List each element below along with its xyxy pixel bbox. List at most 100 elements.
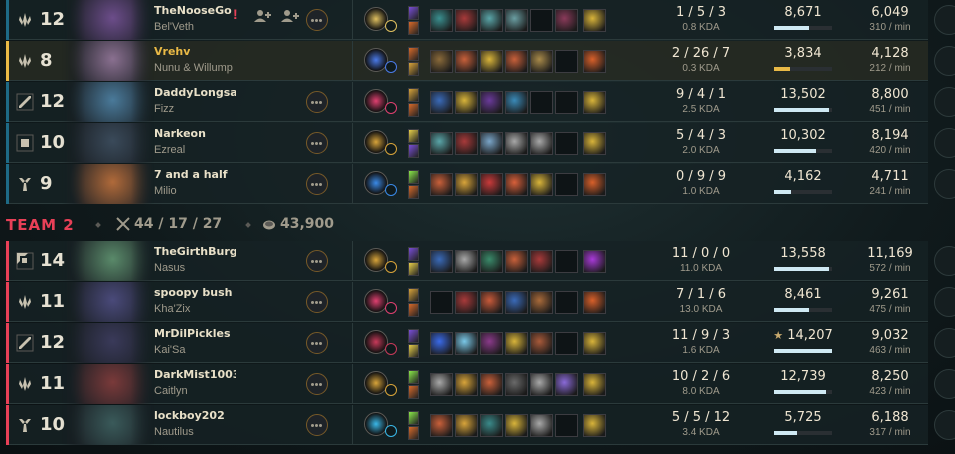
report-button[interactable] [934, 246, 955, 276]
report-button[interactable] [934, 410, 955, 440]
summoner-spell-icon[interactable] [408, 385, 419, 399]
summoner-spell-icon[interactable] [408, 185, 419, 199]
summoner-spell-icon[interactable] [408, 344, 419, 358]
item-icon[interactable] [480, 50, 503, 73]
trinket-icon[interactable] [583, 250, 606, 273]
player-row[interactable]: 10 Narkeon Ezreal 5 / 4 / 3 2.0 KDA 10,302 8,1… [6, 123, 955, 163]
trinket-icon[interactable] [583, 414, 606, 437]
report-button[interactable] [934, 369, 955, 399]
secondary-rune-icon[interactable] [385, 302, 397, 314]
more-options-button[interactable] [306, 9, 328, 31]
more-options-button[interactable] [306, 91, 328, 113]
summoner-spell-icon[interactable] [408, 21, 419, 35]
trinket-icon[interactable] [583, 91, 606, 114]
champion-portrait[interactable] [62, 241, 154, 281]
item-icon[interactable] [530, 50, 553, 73]
summoner-spell-icon[interactable] [408, 47, 419, 61]
summoner-spell-icon[interactable] [408, 103, 419, 117]
more-options-button[interactable] [306, 332, 328, 354]
more-options-button[interactable] [306, 132, 328, 154]
item-icon[interactable] [455, 332, 478, 355]
trinket-icon[interactable] [583, 9, 606, 32]
secondary-rune-icon[interactable] [385, 20, 397, 32]
summoner-spell-icon[interactable] [408, 247, 419, 261]
trinket-icon[interactable] [583, 373, 606, 396]
report-button[interactable] [934, 169, 955, 199]
champion-portrait[interactable] [62, 323, 154, 363]
secondary-rune-icon[interactable] [385, 61, 397, 73]
summoner-spell-icon[interactable] [408, 329, 419, 343]
item-icon[interactable] [505, 373, 528, 396]
more-options-button[interactable] [306, 291, 328, 313]
report-button[interactable] [934, 5, 955, 35]
item-icon[interactable] [505, 250, 528, 273]
item-icon[interactable] [480, 132, 503, 155]
summoner-name[interactable]: Narkeon [154, 127, 206, 140]
item-icon[interactable] [505, 9, 528, 32]
summoner-spell-icon[interactable] [408, 6, 419, 20]
summoner-spell-icon[interactable] [408, 170, 419, 184]
item-icon[interactable] [455, 50, 478, 73]
summoner-spell-icon[interactable] [408, 288, 419, 302]
champion-portrait[interactable] [62, 82, 154, 122]
item-icon[interactable] [430, 373, 453, 396]
item-icon[interactable] [530, 414, 553, 437]
item-icon[interactable] [455, 250, 478, 273]
trinket-icon[interactable] [583, 291, 606, 314]
summoner-spell-icon[interactable] [408, 303, 419, 317]
summoner-spell-icon[interactable] [408, 144, 419, 158]
item-icon[interactable] [430, 332, 453, 355]
more-options-button[interactable] [306, 373, 328, 395]
player-row[interactable]: 8 Vrehv Nunu & Willump 2 / 26 / 7 0.3 KDA 3,8… [6, 41, 955, 81]
summoner-spell-icon[interactable] [408, 262, 419, 276]
item-icon[interactable] [430, 173, 453, 196]
secondary-rune-icon[interactable] [385, 343, 397, 355]
player-row[interactable]: 12 TheNooseGo Bel'Veth! 1 / 5 / 3 0.8 KDA 8,6… [6, 0, 955, 40]
player-row[interactable]: 12DaddyLongsackFizz9 / 4 / 12.5 KDA13,50… [6, 82, 955, 122]
add-friend-icon[interactable] [280, 8, 300, 24]
item-icon[interactable] [505, 291, 528, 314]
item-icon[interactable] [505, 332, 528, 355]
item-icon[interactable] [505, 132, 528, 155]
item-icon[interactable] [505, 50, 528, 73]
summoner-name[interactable]: lockboy202 [154, 409, 225, 422]
item-icon[interactable] [480, 91, 503, 114]
item-icon[interactable] [455, 291, 478, 314]
summoner-spell-icon[interactable] [408, 129, 419, 143]
trinket-icon[interactable] [583, 50, 606, 73]
secondary-rune-icon[interactable] [385, 261, 397, 273]
report-button[interactable] [934, 128, 955, 158]
champion-portrait[interactable] [62, 282, 154, 322]
secondary-rune-icon[interactable] [385, 184, 397, 196]
item-icon[interactable] [455, 91, 478, 114]
report-button[interactable] [934, 87, 955, 117]
player-row[interactable]: 12 MrDilPickles Kai'Sa 11 / 9 / 3 1.6 KDA ★ 1… [6, 323, 955, 363]
item-icon[interactable] [480, 250, 503, 273]
secondary-rune-icon[interactable] [385, 425, 397, 437]
item-icon[interactable] [480, 373, 503, 396]
champion-portrait[interactable] [62, 405, 154, 445]
item-icon[interactable] [480, 173, 503, 196]
item-icon[interactable] [530, 250, 553, 273]
item-icon[interactable] [530, 373, 553, 396]
item-icon[interactable] [455, 373, 478, 396]
summoner-name[interactable]: Vrehv [154, 45, 190, 58]
champion-portrait[interactable] [62, 123, 154, 163]
secondary-rune-icon[interactable] [385, 384, 397, 396]
item-icon[interactable] [430, 414, 453, 437]
champion-portrait[interactable] [62, 0, 154, 40]
secondary-rune-icon[interactable] [385, 102, 397, 114]
report-button[interactable] [934, 287, 955, 317]
summoner-name[interactable]: MrDilPickles [154, 327, 231, 340]
item-icon[interactable] [480, 9, 503, 32]
summoner-spell-icon[interactable] [408, 88, 419, 102]
trinket-icon[interactable] [583, 173, 606, 196]
summoner-name[interactable]: TheNooseGo [154, 4, 232, 17]
summoner-spell-icon[interactable] [408, 411, 419, 425]
more-options-button[interactable] [306, 173, 328, 195]
item-icon[interactable] [430, 50, 453, 73]
summoner-name[interactable]: DaddyLongsack [154, 86, 236, 99]
item-icon[interactable] [530, 173, 553, 196]
player-row[interactable]: 11 spoopy bush Kha'Zix 7 / 1 / 6 13.0 KDA 8,4… [6, 282, 955, 322]
report-button[interactable] [934, 328, 955, 358]
